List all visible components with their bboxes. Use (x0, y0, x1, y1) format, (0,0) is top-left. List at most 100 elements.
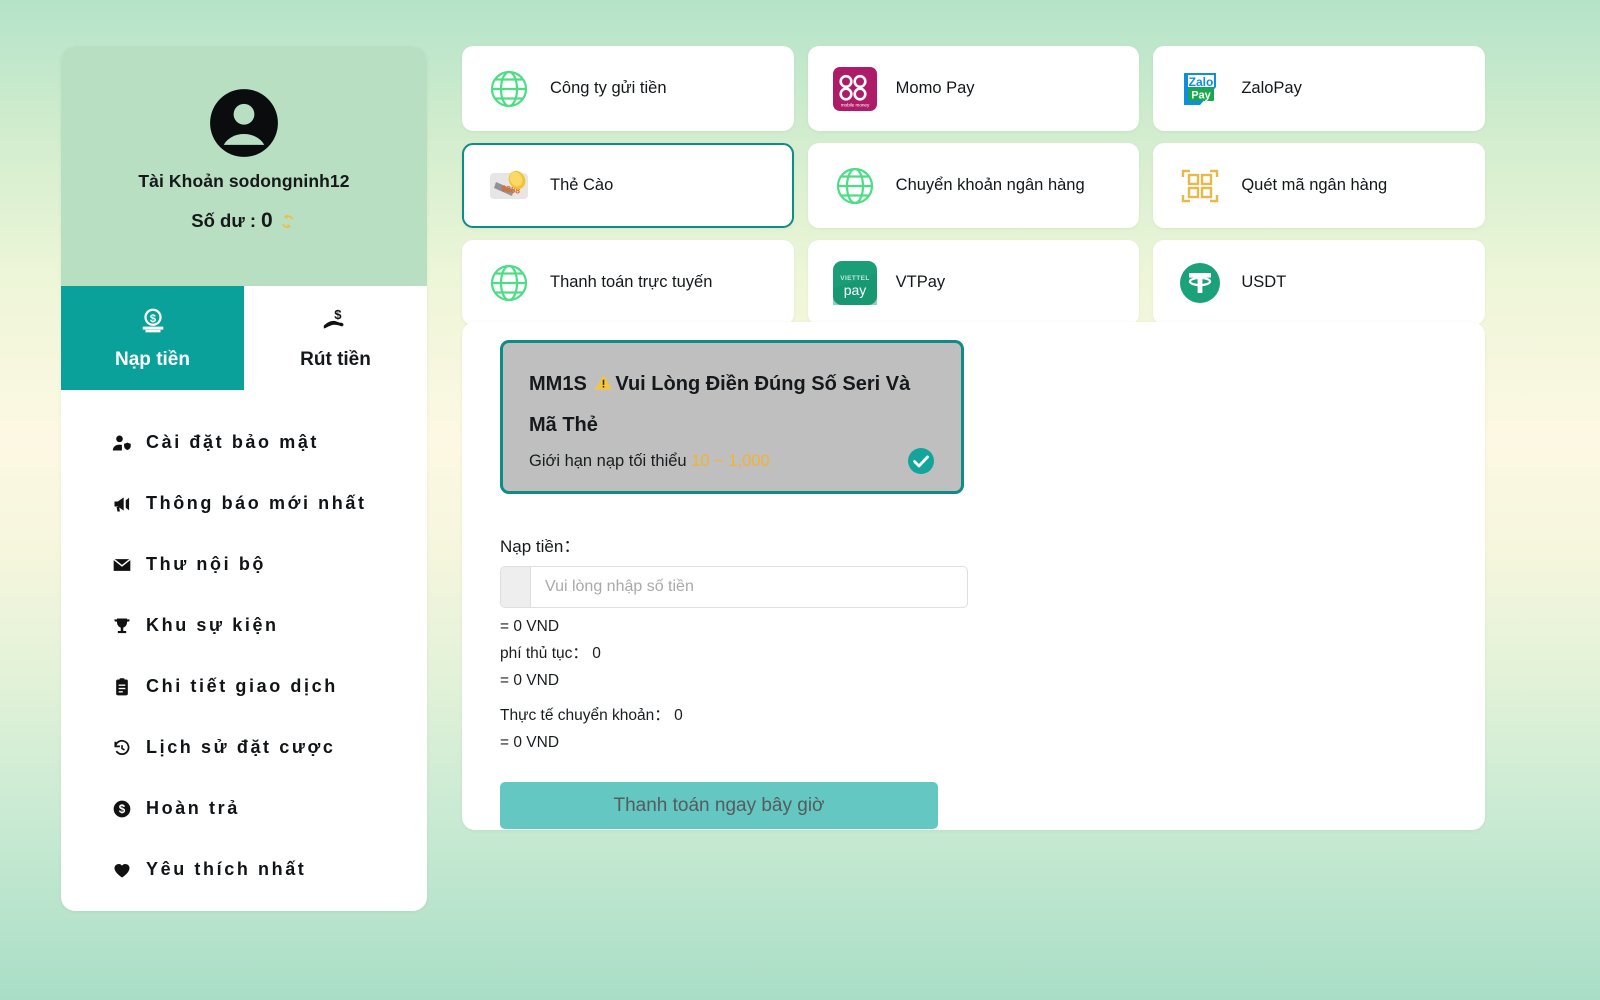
user-shield-icon (111, 433, 133, 453)
product-limit: Giới hạn nạp tối thiểu 10 ~ 1,000 (529, 452, 770, 471)
sidebar-item-label: Cài đặt bảo mật (146, 432, 320, 452)
payment-method-label: Thẻ Cào (550, 175, 614, 194)
megaphone-icon (111, 494, 133, 514)
payment-method-zalopay[interactable]: Zalo Pay ZaloPay (1153, 46, 1485, 131)
trophy-icon (111, 616, 133, 636)
payment-method-label: Chuyển khoản ngân hàng (895, 175, 1085, 194)
pay-now-button[interactable]: Thanh toán ngay bây giờ (500, 782, 938, 830)
sidebar-item-label: Lịch sử đặt cược (146, 737, 336, 757)
sidebar-item-label: Thông báo mới nhất (146, 493, 367, 513)
sidebar-item-inbox[interactable]: Thư nội bộ (61, 534, 427, 595)
product-code: MM1S (529, 373, 587, 395)
tab-withdraw-label: Rút tiền (300, 348, 371, 370)
product-title: MM1S Vui Lòng Điền Đúng Số Seri Và Mã Th… (529, 365, 935, 445)
fee-value: 0 (592, 645, 601, 663)
payment-method-momo[interactable]: mobile money Momo Pay (807, 46, 1140, 131)
sidebar-item-transactions[interactable]: Chi tiết giao dịch (61, 656, 427, 717)
sidebar-item-bet-history[interactable]: Lịch sử đặt cược (61, 717, 427, 778)
product-limit-row: Giới hạn nạp tối thiểu 10 ~ 1,000 (529, 447, 935, 475)
svg-text:mobile money: mobile money (840, 102, 869, 107)
payment-method-label: Momo Pay (895, 78, 975, 97)
payment-method-vtpay[interactable]: VIETTEL pay VTPay (807, 240, 1140, 325)
sidebar-item-announcements[interactable]: Thông báo mới nhất (61, 473, 427, 534)
actual-label: Thực tế chuyển khoản： (500, 707, 670, 725)
tether-logo-icon (1177, 260, 1223, 306)
sidebar-item-rebate[interactable]: $ Hoàn trả (61, 778, 427, 839)
sidebar-item-favorites[interactable]: Yêu thích nhất (61, 839, 427, 900)
refresh-icon[interactable] (278, 212, 297, 231)
payment-method-label: ZaloPay (1241, 78, 1302, 97)
deposit-form: Nạp tiền： = 0 VND phí thủ tục： 0 = 0 VND… (500, 532, 1020, 830)
sidebar-item-events[interactable]: Khu sự kiện (61, 595, 427, 656)
fee-row: phí thủ tục： 0 (500, 642, 1020, 666)
amount-vnd: = 0 VND (500, 618, 560, 635)
payment-method-company-deposit[interactable]: Công ty gửi tiền (462, 46, 794, 131)
dollar-circle-icon: $ (111, 799, 133, 819)
product-title-text: Vui Lòng Điền Đúng Số Seri Và Mã Thẻ (529, 373, 911, 436)
check-circle-icon (907, 447, 935, 475)
amount-input[interactable] (531, 567, 967, 607)
sidebar-item-label: Hoàn trả (146, 798, 240, 818)
account-card: Tài Khoản sodongninh12 Số dư : 0 (61, 46, 427, 286)
svg-text:$: $ (119, 803, 126, 816)
envelope-icon (111, 555, 133, 575)
history-clock-icon (111, 738, 133, 758)
product-option-mm1s[interactable]: MM1S Vui Lòng Điền Đúng Số Seri Và Mã Th… (500, 340, 964, 494)
payment-method-label: Quét mã ngân hàng (1241, 175, 1388, 194)
sidebar-item-label: Thư nội bộ (146, 554, 267, 574)
sidebar-tabs: $ Nạp tiền $ Rút tiền (61, 286, 427, 390)
payment-method-qr-scan[interactable]: Quét mã ngân hàng (1153, 143, 1485, 228)
sidebar-menu: Cài đặt bảo mật Thông báo mới nhất Thư n… (61, 390, 427, 900)
payment-method-usdt[interactable]: USDT (1153, 240, 1485, 325)
fee-label: phí thủ tục： (500, 645, 588, 663)
product-limit-range: 10 ~ 1,000 (691, 451, 770, 470)
svg-text:Pay: Pay (1192, 89, 1212, 101)
svg-text:$: $ (334, 307, 342, 322)
amount-input-prefix (501, 567, 531, 607)
qr-code-icon (1177, 163, 1223, 209)
avatar (209, 88, 279, 158)
balance-label: Số dư : (191, 210, 257, 231)
momo-logo-icon: mobile money (832, 66, 878, 112)
payment-method-scratch-card[interactable]: $888 Thẻ Cào (462, 143, 794, 228)
globe-icon (486, 260, 532, 306)
globe-icon (486, 66, 532, 112)
amount-input-row (500, 566, 968, 608)
sidebar-item-label: Khu sự kiện (146, 615, 279, 635)
heart-icon (111, 860, 133, 880)
payment-method-bank-transfer[interactable]: Chuyển khoản ngân hàng (807, 143, 1140, 228)
sidebar-item-security[interactable]: Cài đặt bảo mật (61, 412, 427, 473)
sidebar-item-label: Chi tiết giao dịch (146, 676, 338, 696)
sidebar-item-label: Yêu thích nhất (146, 859, 307, 879)
tab-deposit-label: Nạp tiền (115, 348, 190, 370)
actual-row: Thực tế chuyển khoản： 0 (500, 704, 1020, 728)
amount-label: Nạp tiền： (500, 537, 581, 556)
zalopay-logo-icon: Zalo Pay (1177, 66, 1223, 112)
payment-method-label: Thanh toán trực tuyến (550, 272, 713, 291)
account-name: Tài Khoản sodongninh12 (138, 171, 350, 191)
tab-deposit[interactable]: $ Nạp tiền (61, 286, 244, 390)
payment-methods-grid: Công ty gửi tiền mobile money Momo Pay Z… (462, 46, 1485, 325)
deposit-coin-icon: $ (138, 306, 168, 341)
actual-value: 0 (674, 707, 683, 725)
svg-text:Zalo: Zalo (1189, 75, 1214, 89)
viettelpay-logo-icon: VIETTEL pay (832, 260, 878, 306)
scratch-card-icon: $888 (486, 163, 532, 209)
product-limit-label: Giới hạn nạp tối thiểu (529, 451, 687, 470)
warning-triangle-icon (594, 367, 613, 406)
clipboard-icon (111, 677, 133, 697)
svg-text:$: $ (149, 312, 156, 324)
deposit-panel: MM1S Vui Lòng Điền Đúng Số Seri Và Mã Th… (462, 322, 1485, 830)
balance-row: Số dư : 0 (191, 209, 296, 233)
fee-vnd: = 0 VND (500, 672, 560, 690)
sidebar: Tài Khoản sodongninh12 Số dư : 0 $ Nạp t… (61, 46, 427, 911)
payment-method-label: USDT (1241, 272, 1287, 291)
svg-text:pay: pay (843, 282, 866, 298)
globe-icon (832, 163, 878, 209)
payment-method-online-payment[interactable]: Thanh toán trực tuyến (462, 240, 794, 325)
actual-vnd: = 0 VND (500, 734, 560, 752)
withdraw-hand-icon: $ (321, 306, 351, 341)
payment-method-label: Công ty gửi tiền (550, 78, 667, 97)
svg-text:VIETTEL: VIETTEL (840, 275, 870, 282)
tab-withdraw[interactable]: $ Rút tiền (244, 286, 427, 390)
